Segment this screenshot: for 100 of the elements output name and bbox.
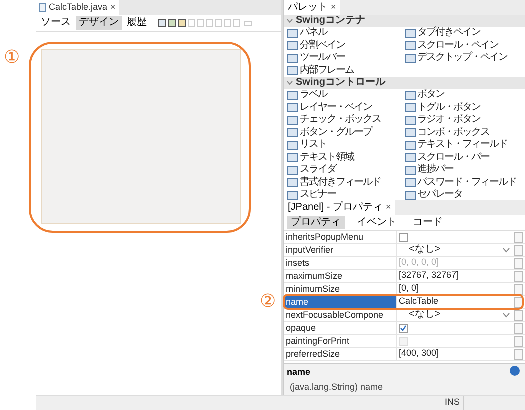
component-icon — [404, 140, 416, 150]
property-value[interactable]: <なし> — [409, 309, 441, 321]
palette-item[interactable]: スライダ — [300, 164, 336, 176]
palette-item[interactable]: パネル — [300, 27, 327, 40]
properties-subtab[interactable]: プロパティ — [287, 216, 345, 229]
palette-item[interactable]: スピナー — [300, 189, 336, 200]
palette-item[interactable]: ラジオ・ボタン — [418, 114, 480, 126]
close-icon[interactable]: × — [331, 0, 336, 14]
property-name[interactable]: inheritsPopupMenu — [284, 231, 396, 243]
palette-item[interactable]: ボタン — [418, 89, 444, 102]
property-name[interactable]: name — [284, 296, 396, 308]
property-value[interactable]: [400, 300] — [399, 347, 440, 361]
property-value[interactable]: [0, 0] — [399, 282, 420, 296]
palette-item[interactable]: レイヤー・ペイン — [300, 102, 372, 114]
panel-canvas[interactable] — [41, 49, 241, 224]
component-icon — [287, 116, 298, 125]
ellipsis-button[interactable] — [514, 336, 523, 346]
close-icon[interactable]: × — [386, 200, 392, 214]
component-icon — [404, 190, 416, 200]
component-icon — [404, 166, 416, 175]
palette-item[interactable]: ツールバー — [300, 52, 345, 64]
palette-item[interactable]: テキスト領域 — [300, 152, 354, 164]
close-icon[interactable]: × — [110, 0, 116, 14]
properties-tab[interactable]: [JPanel] - プロパティ × — [284, 200, 396, 215]
checkbox[interactable] — [399, 324, 408, 332]
properties-subtab[interactable]: コード — [409, 216, 447, 229]
palette-item[interactable]: スクロール・ペイン — [418, 40, 498, 52]
view-tab[interactable]: デザイン — [76, 16, 122, 30]
section-title: Swingコンテナ — [296, 15, 366, 27]
palette-item[interactable]: リスト — [300, 139, 327, 152]
palette-item[interactable]: パスワード・フィールド — [418, 176, 516, 189]
palette-item[interactable]: スクロール・バー — [418, 152, 490, 164]
component-icon — [287, 128, 298, 138]
ellipsis-button[interactable] — [514, 258, 523, 268]
component-icon — [287, 41, 298, 50]
component-icon — [287, 66, 298, 76]
component-icon — [404, 128, 416, 138]
insert-mode-indicator: INS — [442, 396, 464, 410]
chevron-icon — [287, 18, 293, 24]
component-icon — [287, 166, 298, 175]
palette-item[interactable]: タブ付きペイン — [418, 27, 480, 40]
property-name[interactable]: inputVerifier — [284, 244, 396, 256]
property-name[interactable]: maximumSize — [284, 270, 396, 282]
properties-subtab[interactable]: イベント — [353, 216, 401, 229]
palette-item[interactable]: テキスト・フィールド — [418, 139, 508, 152]
ellipsis-button[interactable] — [514, 270, 523, 282]
palette-item[interactable]: トグル・ボタン — [418, 102, 480, 114]
palette-section-header[interactable]: Swingコントロール — [284, 77, 525, 89]
component-icon — [404, 178, 416, 188]
palette-tab[interactable]: パレット × — [284, 0, 340, 15]
ellipsis-button[interactable] — [514, 244, 523, 256]
ellipsis-button[interactable] — [514, 348, 523, 360]
section-title: Swingコントロール — [296, 77, 386, 89]
property-name[interactable]: preferredSize — [284, 348, 396, 360]
dropdown-icon[interactable] — [503, 312, 510, 318]
component-icon — [287, 90, 298, 100]
ellipsis-button[interactable] — [514, 322, 523, 334]
component-icon — [287, 103, 298, 112]
ellipsis-button[interactable] — [514, 232, 523, 242]
file-tab[interactable]: CalcTable.java × — [36, 0, 119, 15]
palette-item[interactable]: デスクトップ・ペイン — [418, 52, 508, 64]
property-value[interactable]: <なし> — [409, 244, 441, 256]
property-value[interactable]: CalcTable — [399, 295, 439, 309]
checkbox[interactable] — [399, 232, 408, 242]
dropdown-icon[interactable] — [503, 248, 510, 252]
palette-item[interactable]: 書式付きフィールド — [300, 176, 381, 189]
component-icon — [287, 140, 298, 150]
palette-item[interactable]: 内部フレーム — [300, 64, 354, 77]
property-name[interactable]: nextFocusableCompone — [284, 309, 396, 321]
component-icon — [404, 153, 416, 162]
resize-icon[interactable] — [244, 20, 252, 26]
property-name[interactable]: minimumSize — [284, 283, 396, 295]
palette-item[interactable]: 進捗バー — [418, 164, 454, 176]
palette-item[interactable]: 分割ペイン — [300, 40, 345, 52]
view-tab[interactable]: 履歴 — [124, 16, 150, 30]
java-file-icon — [39, 3, 46, 12]
view-tab[interactable]: ソース — [38, 16, 74, 30]
checkmark-icon — [400, 324, 407, 332]
palette-item[interactable]: チェック・ボックス — [300, 114, 381, 126]
palette-title: パレット — [288, 1, 328, 15]
help-icon[interactable] — [510, 366, 520, 376]
ellipsis-button[interactable] — [514, 310, 523, 320]
annotation-number: ① — [4, 48, 20, 68]
component-icon — [287, 178, 298, 188]
property-name[interactable]: opaque — [284, 322, 396, 334]
component-icon — [404, 28, 416, 38]
help-title: name — [287, 366, 311, 379]
palette-item[interactable]: ボタン・グループ — [300, 126, 372, 139]
component-icon — [404, 103, 416, 112]
property-value[interactable]: [32767, 32767] — [399, 269, 460, 283]
ellipsis-button[interactable] — [514, 284, 523, 294]
palette-section-header[interactable]: Swingコンテナ — [284, 15, 525, 27]
palette-item[interactable]: セパレータ — [418, 189, 462, 200]
properties-title: [JPanel] - プロパティ — [288, 200, 384, 215]
component-icon — [404, 54, 416, 63]
component-icon — [404, 116, 416, 125]
palette-item[interactable]: ラベル — [300, 89, 327, 102]
component-icon — [404, 90, 416, 100]
palette-item[interactable]: コンボ・ボックス — [418, 126, 490, 139]
annotation-number: ② — [260, 292, 276, 312]
